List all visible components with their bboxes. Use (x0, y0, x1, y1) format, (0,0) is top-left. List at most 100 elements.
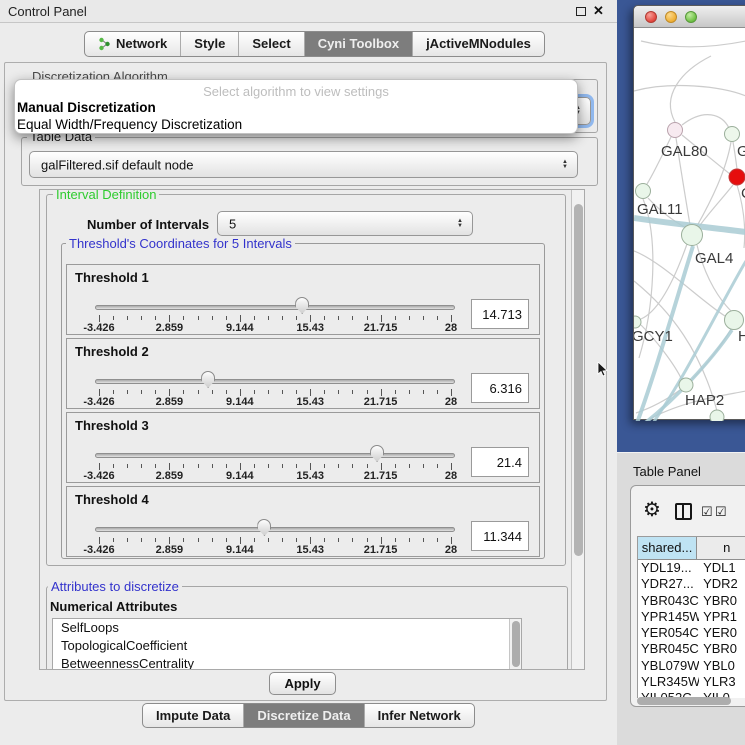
tick-mark (169, 537, 170, 544)
tick-mark (198, 390, 199, 394)
network-edge[interactable] (670, 56, 711, 122)
scrollbar-thumb[interactable] (637, 697, 731, 705)
slider-thumb[interactable] (201, 371, 215, 388)
table-row[interactable]: YBR043CYBR0 (638, 593, 745, 609)
attributes-scrollbar[interactable] (509, 619, 521, 670)
close-icon[interactable]: ✕ (593, 3, 604, 19)
network-edge[interactable] (682, 115, 729, 128)
cell-shared-name: YPR145W (638, 609, 699, 625)
tick-mark (437, 464, 438, 468)
dropdown-hint-item[interactable]: Select algorithm to view settings (15, 84, 577, 99)
tab-cyni-toolbox[interactable]: Cyni Toolbox (304, 32, 412, 56)
threshold-value-field[interactable]: 21.4 (471, 447, 529, 477)
apply-button[interactable]: Apply (269, 672, 336, 695)
slider-thumb[interactable] (370, 445, 384, 462)
tick-label: -3.426 (83, 544, 114, 556)
cell-shared-name: YLR345W (638, 674, 699, 690)
tab-infer-network[interactable]: Infer Network (364, 704, 474, 727)
mac-close-button[interactable] (645, 11, 657, 23)
number-of-intervals-combobox[interactable]: 5 ▲▼ (217, 211, 473, 236)
slider-track[interactable] (95, 527, 455, 532)
network-canvas[interactable]: GAL80GACGAL11GAL4GCY1HHAP2 (634, 28, 745, 421)
numerical-attributes-list[interactable]: SelfLoopsTopologicalCoefficientBetweenne… (52, 618, 522, 670)
tab-discretize-data[interactable]: Discretize Data (243, 704, 363, 727)
network-edge[interactable] (634, 86, 745, 96)
network-edge[interactable] (641, 41, 745, 47)
network-node[interactable] (682, 225, 703, 246)
network-window-titlebar[interactable] (634, 6, 745, 28)
dropdown-option-manual[interactable]: Manual Discretization (17, 100, 156, 115)
split-pane-icon[interactable] (675, 503, 692, 520)
tick-mark (169, 315, 170, 322)
tick-mark (310, 463, 311, 470)
slider-thumb[interactable] (295, 297, 309, 314)
tick-label: 2.859 (156, 396, 184, 408)
checkbox-icon[interactable]: ☑ (715, 504, 727, 520)
tick-mark (226, 538, 227, 542)
network-node[interactable] (679, 378, 693, 392)
threshold-panel: Threshold 2-3.4262.8599.14415.4321.71528… (66, 338, 540, 409)
table-row[interactable]: YDL19...YDL1 (638, 560, 745, 576)
threshold-value-field[interactable]: 11.344 (471, 521, 529, 551)
column-header-name[interactable]: n (697, 537, 745, 559)
attribute-list-item[interactable]: BetweennessCentrality (53, 655, 521, 670)
tab-style[interactable]: Style (180, 32, 238, 56)
slider-track[interactable] (95, 305, 455, 310)
tab-select[interactable]: Select (238, 32, 303, 56)
network-node[interactable] (729, 169, 745, 185)
mac-minimize-button[interactable] (665, 11, 677, 23)
table-row[interactable]: YPR145WYPR1 (638, 609, 745, 625)
tick-mark (155, 538, 156, 542)
tick-mark (254, 464, 255, 468)
tick-mark (212, 316, 213, 320)
table-row[interactable]: YER054CYER0 (638, 625, 745, 641)
network-node[interactable] (636, 184, 651, 199)
attribute-list-item[interactable]: SelfLoops (53, 619, 521, 637)
column-header-shared-name[interactable]: shared... (638, 537, 697, 559)
table-data-combobox[interactable]: galFiltered.sif default node ▲▼ (29, 151, 578, 178)
threshold-value-field[interactable]: 14.713 (471, 299, 529, 329)
attributes-group-label: Attributes to discretize (48, 579, 182, 594)
tick-mark (169, 463, 170, 470)
table-row[interactable]: YBR045CYBR0 (638, 641, 745, 657)
table-row[interactable]: YDR27...YDR2 (638, 576, 745, 592)
table-horizontal-scrollbar[interactable] (635, 697, 745, 706)
node-label: H (738, 328, 745, 345)
table-row[interactable]: YLR345WYLR3 (638, 674, 745, 690)
slider-thumb[interactable] (257, 519, 271, 536)
tick-mark (113, 464, 114, 468)
tick-label: 28 (445, 322, 457, 334)
tick-mark (212, 464, 213, 468)
tab-jactivemnodules[interactable]: jActiveMNodules (412, 32, 544, 56)
network-node[interactable] (668, 123, 683, 138)
gear-icon[interactable]: ⚙ (643, 500, 661, 520)
tab-impute-data[interactable]: Impute Data (143, 704, 243, 727)
tick-mark (367, 464, 368, 468)
mac-zoom-button[interactable] (685, 11, 697, 23)
slider-track[interactable] (95, 453, 455, 458)
tick-mark (352, 390, 353, 394)
node-attribute-table[interactable]: shared... n YDL19...YDL1YDR27...YDR2YBR0… (637, 536, 745, 698)
scrollbar-thumb[interactable] (512, 621, 520, 667)
tick-mark (99, 315, 100, 322)
table-row[interactable]: YBL079WYBL0 (638, 658, 745, 674)
tick-mark (141, 390, 142, 394)
tab-label: Impute Data (156, 704, 230, 728)
attribute-list-item[interactable]: TopologicalCoefficient (53, 637, 521, 655)
scrollbar-thumb[interactable] (574, 204, 583, 556)
tab-network[interactable]: Network (85, 32, 180, 56)
node-label: HAP2 (685, 392, 724, 409)
network-edge[interactable] (698, 185, 733, 228)
slider-track[interactable] (95, 379, 455, 384)
network-node[interactable] (725, 311, 744, 330)
threshold-value-field[interactable]: 6.316 (471, 373, 529, 403)
dropdown-option-equal-width[interactable]: Equal Width/Frequency Discretization (17, 117, 242, 132)
checkbox-icon[interactable]: ☑ (701, 504, 713, 520)
network-node[interactable] (710, 410, 724, 421)
tick-label: 28 (445, 470, 457, 482)
network-node[interactable] (634, 316, 641, 328)
network-node[interactable] (725, 127, 740, 142)
float-window-icon[interactable] (576, 7, 586, 16)
tab-label: Network (116, 32, 167, 56)
viewport-scrollbar[interactable] (571, 190, 584, 669)
